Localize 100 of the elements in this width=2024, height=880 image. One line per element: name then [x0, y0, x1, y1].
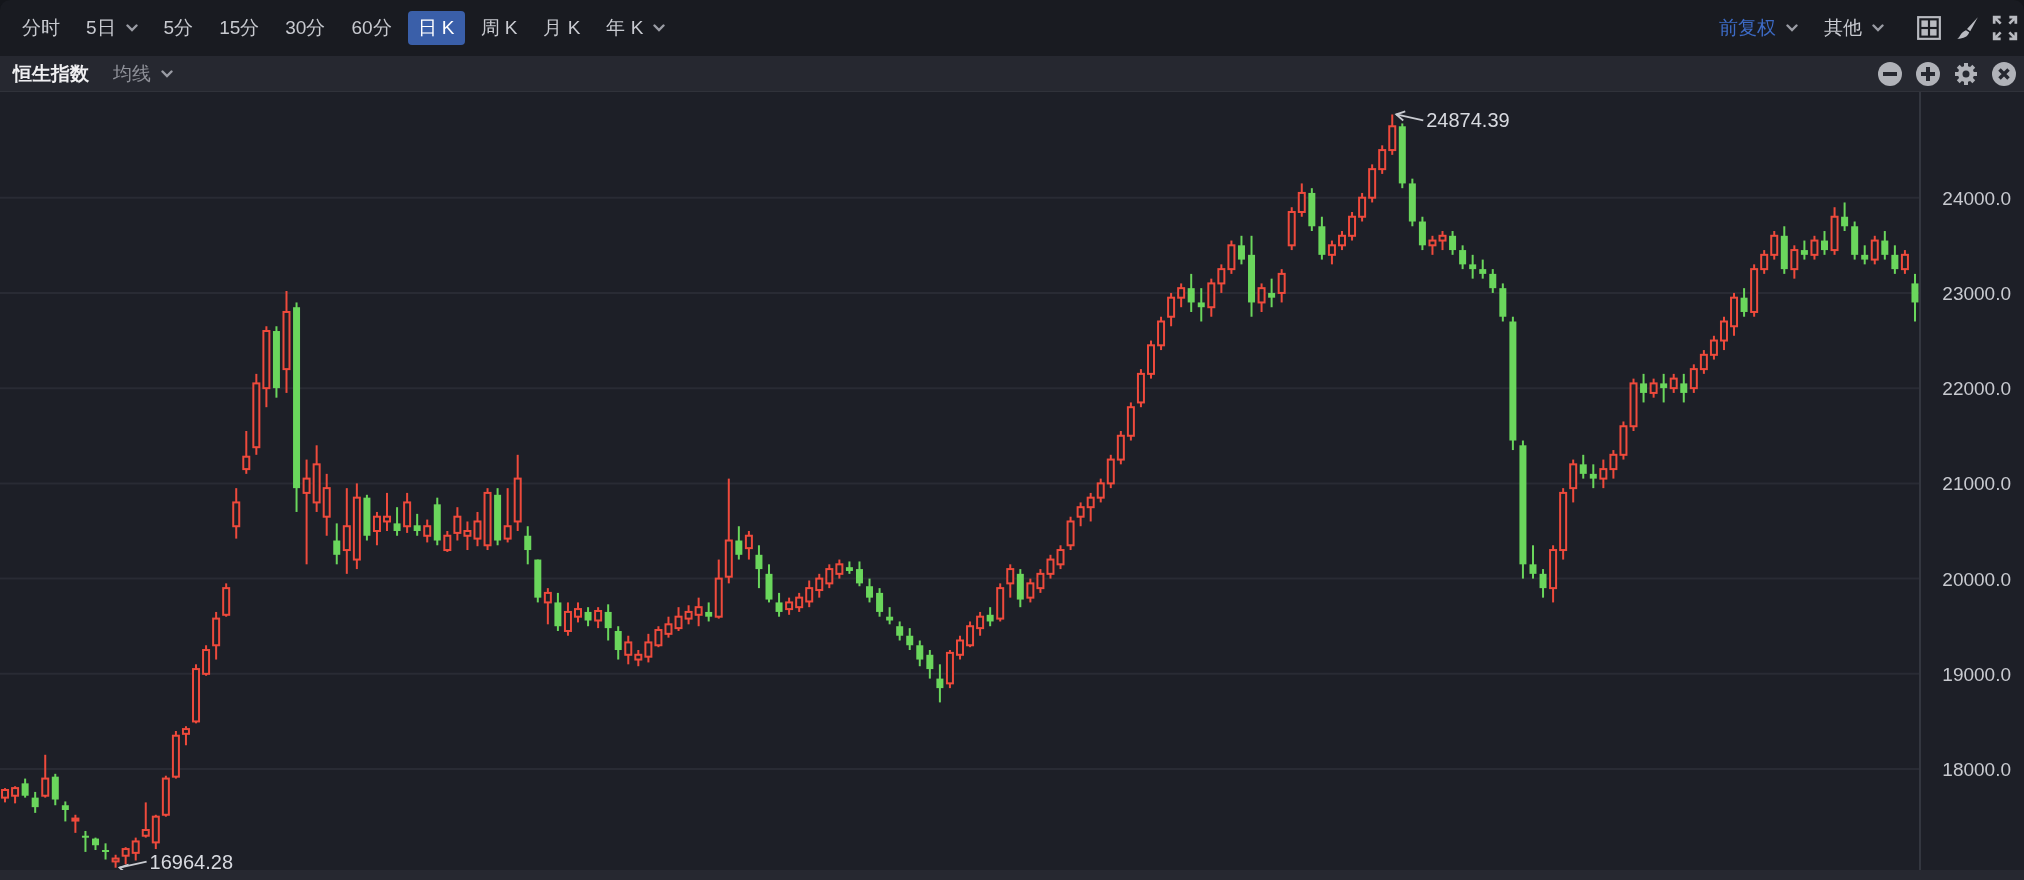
candlestick — [906, 627, 914, 652]
leader-arrow — [117, 860, 148, 870]
candlestick — [1046, 553, 1055, 580]
candlestick — [181, 725, 190, 747]
candlestick — [966, 620, 975, 649]
candlestick — [524, 525, 532, 566]
candlestick — [393, 506, 401, 537]
candlestick — [1649, 377, 1658, 399]
candlestick — [755, 544, 763, 590]
candlestick — [976, 610, 985, 637]
candlestick — [624, 634, 633, 666]
candlestick — [1640, 372, 1648, 404]
candlestick — [372, 510, 381, 547]
candlestick — [1177, 282, 1186, 309]
price-label: 16964.28 — [149, 850, 233, 870]
candlestick — [694, 596, 703, 628]
candlestick — [141, 801, 150, 839]
settings-icon[interactable] — [1954, 61, 1978, 86]
candlestick — [654, 625, 663, 649]
candlestick — [463, 520, 472, 552]
period-tab[interactable]: 30分 — [275, 11, 336, 45]
candlestick — [956, 634, 964, 661]
candlestick — [936, 663, 944, 704]
candlestick — [1589, 463, 1597, 490]
axis-tick-label: 19000.0 — [1942, 663, 2011, 685]
candlestick — [543, 587, 552, 626]
candlestick — [1268, 277, 1276, 309]
candlestick — [443, 529, 452, 553]
period-tab[interactable]: 日 K — [407, 11, 465, 45]
candlestick — [554, 591, 562, 632]
candlestick — [423, 518, 432, 544]
candlestick — [815, 572, 824, 599]
period-tab[interactable]: 5分 — [153, 11, 204, 45]
zoom-in-icon[interactable] — [1916, 61, 1940, 86]
candlestick — [1187, 272, 1195, 313]
candlestick — [1870, 234, 1879, 266]
candlestick — [855, 560, 863, 588]
price-label: 24874.39 — [1426, 109, 1510, 132]
candlestick — [1207, 277, 1216, 318]
indicator-dropdown[interactable]: 均线 — [109, 60, 177, 87]
candlestick — [1479, 258, 1487, 280]
period-tab[interactable]: 60分 — [341, 11, 402, 45]
candlestick — [1086, 491, 1095, 523]
fullscreen-icon[interactable] — [1992, 15, 2018, 41]
candlestick — [1378, 144, 1387, 175]
candlestick — [1609, 449, 1618, 480]
candlestick — [1719, 315, 1728, 352]
axis-tick-label: 23000.0 — [1942, 282, 2011, 304]
candlestick — [1669, 372, 1678, 394]
candlestick — [614, 625, 622, 661]
option-dropdown[interactable]: 其他 — [1814, 11, 1894, 45]
candlestick — [453, 506, 462, 542]
candlestick — [1911, 272, 1919, 323]
candlestick — [1006, 563, 1015, 599]
candlestick — [1026, 577, 1035, 604]
candlestick — [1388, 113, 1397, 156]
close-icon[interactable] — [1992, 61, 2016, 86]
period-tab[interactable]: 月 K — [533, 11, 591, 45]
candlestick — [1579, 453, 1587, 480]
candlestick — [1821, 230, 1828, 256]
candlestick — [805, 579, 814, 609]
candlestick — [1096, 477, 1105, 504]
candlestick — [1569, 458, 1578, 504]
period-tab[interactable]: 分时 — [12, 11, 70, 45]
candlestick — [1257, 282, 1266, 313]
candlestick — [584, 606, 592, 628]
period-tab[interactable]: 15分 — [209, 11, 270, 45]
candlestick — [775, 591, 783, 618]
candlestick — [1418, 215, 1426, 252]
candlestick — [1459, 244, 1467, 271]
candlestick — [1881, 230, 1889, 261]
candlestick — [61, 800, 69, 823]
candlestick — [1116, 430, 1125, 466]
axis-tick-label: 20000.0 — [1942, 568, 2011, 590]
candlestick — [242, 430, 251, 475]
candlestick — [102, 842, 110, 861]
period-tab[interactable]: 周 K — [470, 11, 528, 45]
zoom-out-icon[interactable] — [1878, 61, 1902, 86]
candlestick — [342, 487, 351, 575]
period-tab[interactable]: 年 K — [596, 11, 676, 45]
grid-layout-icon[interactable] — [1916, 15, 1942, 41]
candlestick — [825, 563, 834, 590]
candlestick — [473, 510, 482, 548]
period-tab[interactable]: 5日 — [76, 11, 148, 45]
candlestick — [1217, 263, 1226, 294]
candlestick — [735, 525, 743, 561]
candlestick — [1277, 268, 1286, 304]
candlestick — [1358, 191, 1367, 223]
candlestick — [1660, 372, 1668, 404]
candlestick — [1056, 544, 1065, 571]
candlestick — [705, 601, 713, 623]
candlestick — [383, 491, 392, 532]
candlestick — [1861, 244, 1869, 266]
candlestick — [926, 649, 934, 680]
candlestick — [1469, 253, 1477, 280]
candlestick — [1076, 501, 1085, 528]
candlestick — [1841, 201, 1849, 233]
candlestick — [563, 601, 572, 637]
candlestick — [835, 558, 844, 580]
candlestick — [41, 753, 50, 799]
